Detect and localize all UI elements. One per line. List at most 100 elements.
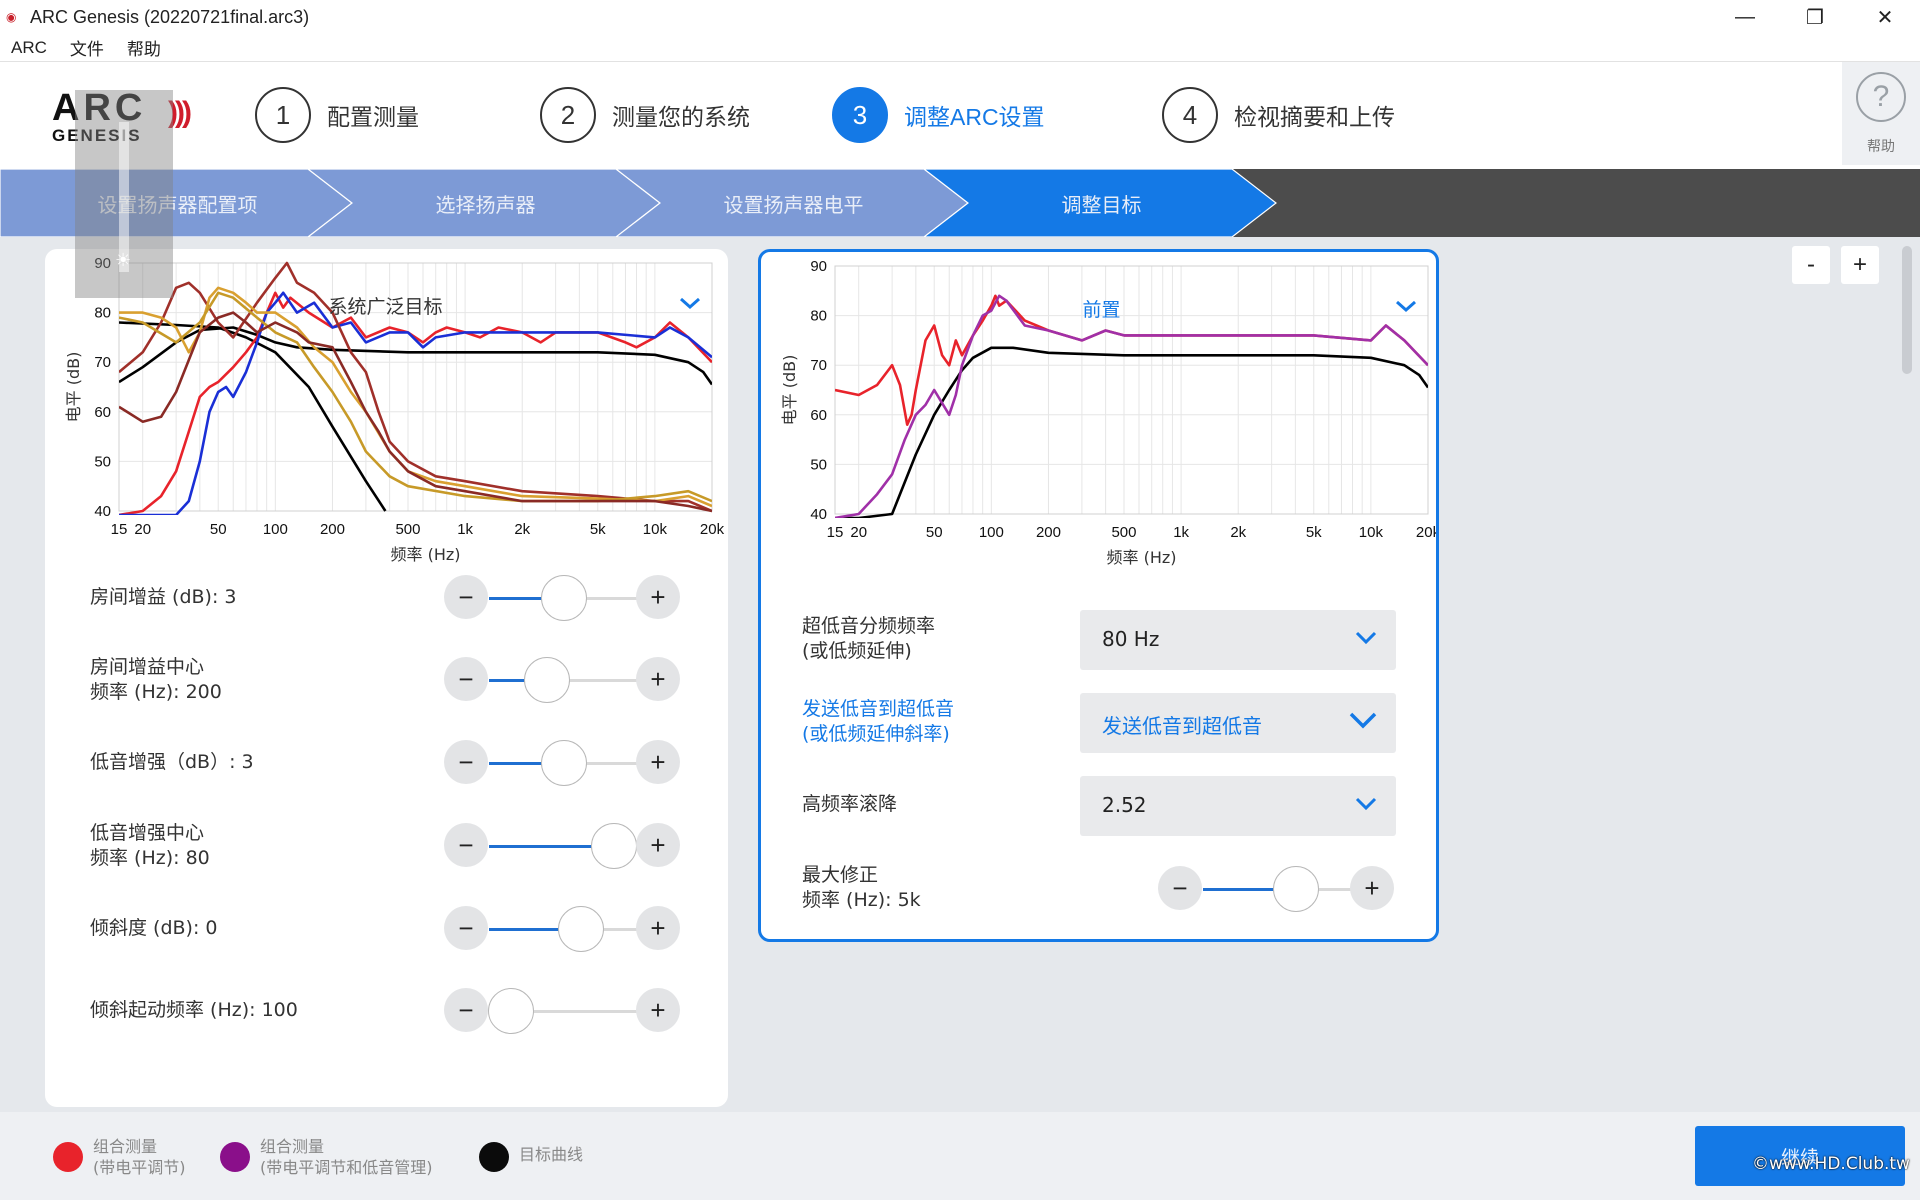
- y-tick-label: 90: [810, 258, 827, 275]
- x-tick-label: 5k: [590, 521, 606, 538]
- slider-thumb[interactable]: [524, 657, 571, 703]
- slider-decrease-button[interactable]: −: [444, 740, 488, 784]
- slider-label-line: 倾斜起动频率 (Hz): 100: [90, 999, 298, 1021]
- step-2-number: 2: [540, 87, 596, 143]
- substep-adjust-target[interactable]: 调整目标: [924, 169, 1279, 237]
- max-correction-label-line2: 频率 (Hz): 5k: [802, 889, 921, 911]
- legend-target-curve: 目标曲线: [479, 1136, 583, 1172]
- slider-track[interactable]: [489, 575, 638, 621]
- legend-purple-dot: [220, 1142, 250, 1172]
- chevron-down-icon: [1355, 631, 1377, 645]
- slider-decrease-button[interactable]: −: [444, 575, 488, 619]
- slider-increase-button[interactable]: +: [636, 906, 680, 950]
- x-tick-label: 200: [1036, 524, 1061, 541]
- x-axis-label: 频率 (Hz): [1106, 548, 1176, 567]
- max-correction-label: 最大修正 频率 (Hz): 5k: [802, 863, 921, 913]
- substep-speaker-config[interactable]: 设置扬声器配置项: [0, 169, 355, 237]
- bass-to-sub-label-line2: (或低频延伸斜率): [802, 723, 950, 745]
- x-tick-label: 20: [850, 524, 867, 541]
- legend-black-dot: [479, 1142, 509, 1172]
- slider-label-line: 倾斜度 (dB): 0: [90, 917, 218, 939]
- hf-rolloff-dropdown[interactable]: 2.52: [1080, 776, 1396, 836]
- chevron-down-icon: [680, 297, 700, 310]
- slider-row: 倾斜度 (dB): 0 − +: [45, 898, 728, 958]
- substeps-bar: 设置扬声器配置项 选择扬声器 设置扬声器电平 调整目标: [0, 169, 1920, 237]
- max-correction-slider-track[interactable]: [1203, 866, 1353, 912]
- menu-bar: ARC 文件 帮助: [0, 34, 1920, 62]
- slider-increase-button[interactable]: +: [636, 740, 680, 784]
- max-correction-increase-button[interactable]: +: [1350, 866, 1394, 910]
- minimize-button[interactable]: —: [1710, 0, 1780, 34]
- menu-arc[interactable]: ARC: [11, 38, 47, 58]
- front-speaker-panel: 15 20 50 100 200 500 1k 2k 5k 10k 20k 90 80 70 60 50 40 频…: [758, 249, 1439, 942]
- slider-increase-button[interactable]: +: [636, 575, 680, 619]
- step-1[interactable]: 1 配置测量: [255, 87, 419, 143]
- x-tick-label: 20: [134, 521, 151, 538]
- y-tick-label: 50: [94, 453, 111, 470]
- crossover-label-line1: 超低音分频频率: [802, 615, 936, 637]
- y-tick-label: 50: [810, 456, 827, 473]
- series-line: [119, 291, 712, 503]
- slider-decrease-button[interactable]: −: [444, 823, 488, 867]
- slider-track[interactable]: [489, 740, 638, 786]
- menu-file[interactable]: 文件: [70, 35, 104, 60]
- y-tick-label: 60: [810, 407, 827, 424]
- legend-purple-line2: (带电平调节和低音管理): [260, 1158, 433, 1177]
- slider-increase-button[interactable]: +: [636, 657, 680, 701]
- vertical-scrollbar[interactable]: [1902, 246, 1912, 374]
- slider-track[interactable]: [489, 906, 638, 952]
- slider-thumb[interactable]: [591, 823, 638, 869]
- slider-thumb[interactable]: [540, 740, 587, 786]
- slider-increase-button[interactable]: +: [636, 823, 680, 867]
- step-3-number: 3: [832, 87, 888, 143]
- x-tick-label: 200: [320, 521, 345, 538]
- front-speaker-chart: 15 20 50 100 200 500 1k 2k 5k 10k 20k 90 80 70 60 50 40 频…: [780, 258, 1436, 567]
- slider-label: 低音增强中心 频率 (Hz): 80: [90, 821, 210, 871]
- x-tick-label: 15: [827, 524, 844, 541]
- slider-decrease-button[interactable]: −: [444, 657, 488, 701]
- slider-track[interactable]: [488, 988, 638, 1034]
- slider-thumb[interactable]: [488, 988, 535, 1034]
- restore-button[interactable]: ❐: [1780, 0, 1850, 34]
- zoom-out-button[interactable]: -: [1792, 246, 1830, 284]
- x-tick-label: 10k: [643, 521, 668, 538]
- legend-red-line1: 组合测量: [93, 1137, 158, 1156]
- y-tick-label: 80: [94, 305, 111, 322]
- step-2[interactable]: 2 测量您的系统: [540, 87, 750, 143]
- wizard-header: ARC GENESIS ))) 1 配置测量 2 测量您的系统 3 调整ARC设…: [0, 62, 1920, 169]
- slider-track[interactable]: [489, 657, 638, 703]
- slider-decrease-button[interactable]: −: [444, 906, 488, 950]
- x-axis-label: 频率 (Hz): [390, 545, 460, 564]
- chevron-down-icon: [1396, 300, 1416, 313]
- hf-rolloff-label-line1: 高频率滚降: [802, 793, 898, 815]
- slider-label: 低音增强（dB）: 3: [90, 750, 254, 775]
- x-tick-label: 500: [1111, 524, 1136, 541]
- max-correction-slider-thumb[interactable]: [1273, 866, 1319, 912]
- slider-increase-button[interactable]: +: [636, 988, 680, 1032]
- slider-decrease-button[interactable]: −: [444, 988, 488, 1032]
- zoom-in-button[interactable]: +: [1841, 246, 1879, 284]
- step-4[interactable]: 4 检视摘要和上传: [1162, 87, 1395, 143]
- bass-to-sub-dropdown[interactable]: 发送低音到超低音: [1080, 693, 1396, 753]
- substep-select-speakers[interactable]: 选择扬声器: [308, 169, 663, 237]
- close-button[interactable]: ✕: [1850, 0, 1920, 34]
- crossover-dropdown[interactable]: 80 Hz: [1080, 610, 1396, 670]
- slider-thumb[interactable]: [540, 575, 587, 621]
- slider-thumb[interactable]: [558, 906, 605, 952]
- bass-to-sub-value: 发送低音到超低音: [1102, 714, 1262, 738]
- chevron-down-icon: [1355, 797, 1377, 811]
- step-3[interactable]: 3 调整ARC设置: [832, 87, 1045, 143]
- series-line: [119, 286, 712, 508]
- menu-help[interactable]: 帮助: [127, 35, 161, 60]
- slider-track[interactable]: [489, 823, 638, 869]
- slider-label-line: 频率 (Hz): 200: [90, 681, 222, 703]
- help-button[interactable]: ? 帮助: [1842, 62, 1920, 165]
- slider-label: 倾斜起动频率 (Hz): 100: [90, 998, 298, 1023]
- crossover-label-line2: (或低频延伸): [802, 640, 912, 662]
- x-tick-label: 20k: [1416, 524, 1436, 541]
- legend-black-line1: 目标曲线: [519, 1145, 584, 1164]
- max-correction-decrease-button[interactable]: −: [1158, 866, 1202, 910]
- substep-speaker-levels[interactable]: 设置扬声器电平: [616, 169, 971, 237]
- substep-3-label: 设置扬声器电平: [723, 194, 864, 217]
- y-axis-label: 电平 (dB): [64, 352, 83, 423]
